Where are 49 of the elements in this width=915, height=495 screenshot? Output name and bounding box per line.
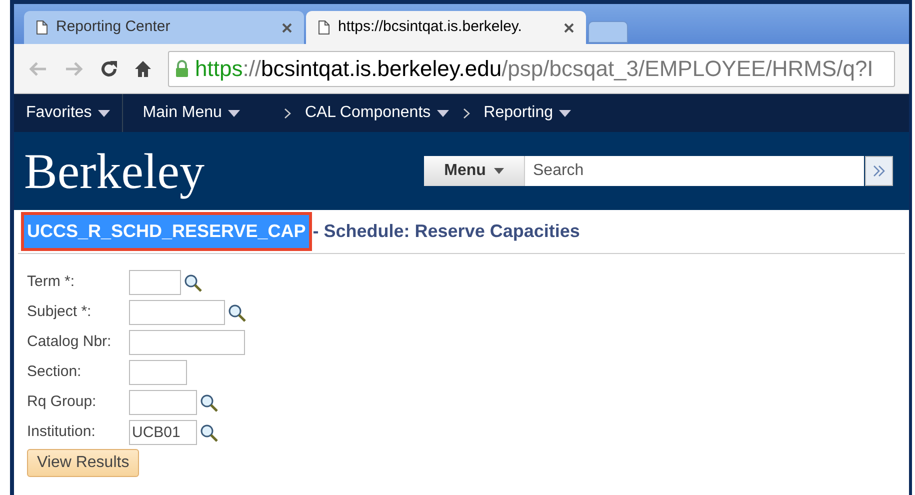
- menu-button[interactable]: Menu: [424, 156, 524, 186]
- reload-icon[interactable]: [100, 60, 118, 78]
- input-field[interactable]: UCB01: [129, 420, 197, 445]
- page-icon: [36, 20, 48, 35]
- url-text: https://bcsintqat.is.berkeley.edu/psp/bcsqat_3/EMPLOYEE/HRMS/q?I: [195, 55, 874, 83]
- input-field[interactable]: [129, 270, 181, 295]
- caret-icon: [436, 110, 449, 116]
- field-label: Subject *:: [27, 302, 92, 322]
- tab-title: Reporting Center: [56, 17, 172, 38]
- forward-icon[interactable]: [64, 60, 84, 76]
- nav-menu[interactable]: Reporting: [484, 94, 572, 132]
- search-icon[interactable]: [200, 424, 218, 442]
- close-icon[interactable]: [564, 22, 574, 32]
- chevron-icon: [284, 108, 291, 118]
- page-icon: [318, 20, 330, 35]
- input-field[interactable]: [129, 390, 197, 415]
- search-icon[interactable]: [200, 394, 218, 412]
- field-label: Term *:: [27, 272, 76, 292]
- field-label: Section:: [27, 362, 82, 382]
- caret-icon: [228, 110, 240, 116]
- browser-tab[interactable]: Reporting Center: [24, 11, 304, 44]
- page-title: - Schedule: Reserve Capacities: [312, 220, 580, 243]
- input-field[interactable]: [129, 330, 245, 355]
- search-go-button[interactable]: [865, 156, 893, 186]
- address-bar[interactable]: https://bcsintqat.is.berkeley.edu/psp/bcsqat_3/EMPLOYEE/HRMS/q?I: [168, 50, 895, 86]
- field-label: Rq Group:: [27, 392, 98, 412]
- input-field[interactable]: [129, 300, 225, 325]
- field-label: Catalog Nbr:: [27, 332, 112, 352]
- home-icon[interactable]: [134, 60, 152, 78]
- caret-icon: [98, 110, 110, 116]
- double-chevron-icon: [873, 165, 885, 177]
- back-icon[interactable]: [28, 60, 48, 76]
- lock-icon: [175, 60, 189, 78]
- caret-icon: [494, 168, 504, 174]
- browser-tab[interactable]: https://bcsintqat.is.berkeley.: [306, 11, 586, 44]
- search-field[interactable]: Search: [524, 156, 864, 186]
- nav-menu[interactable]: Main Menu: [122, 94, 270, 132]
- new-tab-button[interactable]: [588, 21, 628, 43]
- chevron-icon: [462, 108, 470, 118]
- close-icon[interactable]: [282, 22, 292, 32]
- input-field[interactable]: [129, 360, 187, 385]
- search-icon[interactable]: [228, 304, 246, 322]
- report-code: UCCS_R_SCHD_RESERVE_CAP: [24, 215, 309, 248]
- field-label: Institution:: [27, 422, 96, 442]
- nav-menu[interactable]: CAL Components: [304, 94, 449, 132]
- tab-title: https://bcsintqat.is.berkeley.: [338, 17, 523, 38]
- view-results-button[interactable]: View Results: [27, 449, 140, 477]
- caret-icon: [559, 110, 572, 116]
- search-icon[interactable]: [184, 274, 202, 292]
